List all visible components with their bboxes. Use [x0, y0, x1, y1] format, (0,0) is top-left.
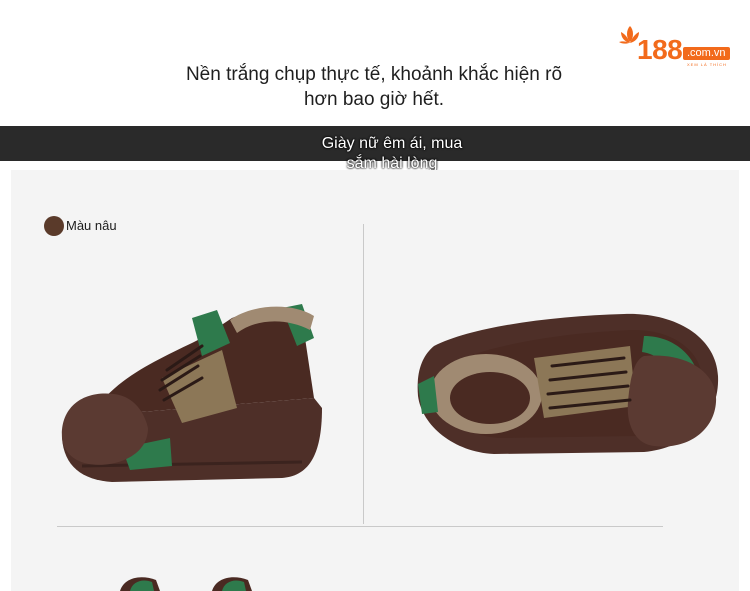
logo-number: 188: [637, 34, 683, 65]
page-headline: Nền trắng chụp thực tế, khoảnh khắc hiện…: [150, 62, 598, 112]
logo-slogan: XEM LÀ THÍCH: [687, 62, 727, 67]
logo-domain: .com.vn: [683, 47, 730, 60]
product-detail-page: 188 .com.vn XEM LÀ THÍCH Nền trắng chụp …: [0, 0, 750, 591]
shoe-back-view-icon[interactable]: [404, 306, 724, 466]
horizontal-divider: [57, 526, 663, 527]
banner-caption-line-1: Giày nữ êm ái, mua: [321, 135, 463, 152]
color-swatch-brown[interactable]: [44, 216, 64, 236]
headline-line-1: Nền trắng chụp thực tế, khoảnh khắc hiện…: [185, 64, 563, 85]
color-option-label: Màu nâu: [66, 218, 117, 233]
brand-logo[interactable]: 188 .com.vn XEM LÀ THÍCH: [617, 22, 733, 70]
shoe-pair-partial-icon[interactable]: [100, 566, 300, 591]
banner-caption: Giày nữ êm ái, mua sắm hài lòng: [295, 134, 489, 174]
headline-line-2: hơn bao giờ hết.: [303, 89, 445, 110]
shoe-side-view-icon[interactable]: [52, 298, 332, 490]
vertical-divider: [363, 224, 364, 524]
